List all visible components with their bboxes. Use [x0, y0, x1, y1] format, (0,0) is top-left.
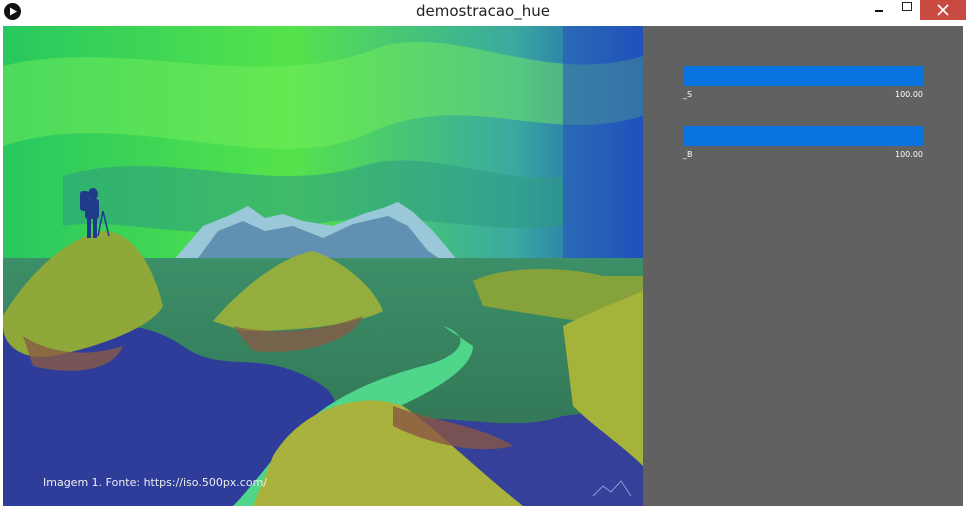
- landscape-image: Imagem 1. Fonte: https://iso.500px.com/: [3, 26, 643, 506]
- saturation-slider[interactable]: [683, 66, 923, 86]
- close-icon: [937, 4, 949, 16]
- minimize-button[interactable]: [866, 0, 892, 20]
- maximize-button[interactable]: [893, 0, 919, 20]
- brightness-slider-value: 100.00: [895, 150, 923, 159]
- window-title: demostracao_hue: [416, 2, 550, 20]
- saturation-slider-fill: [683, 66, 923, 86]
- saturation-slider-label: _S: [683, 90, 693, 99]
- close-button[interactable]: [920, 0, 966, 20]
- title-bar[interactable]: demostracao_hue: [0, 0, 966, 26]
- brightness-slider-label: _B: [683, 150, 693, 159]
- image-caption: Imagem 1. Fonte: https://iso.500px.com/: [43, 476, 268, 489]
- brightness-slider[interactable]: [683, 126, 923, 146]
- app-window: demostracao_hue Imagem 1. Fonte: https:/…: [0, 0, 966, 509]
- brightness-slider-fill: [683, 126, 923, 146]
- saturation-slider-value: 100.00: [895, 90, 923, 99]
- sketch-canvas: Imagem 1. Fonte: https://iso.500px.com/ …: [3, 26, 963, 506]
